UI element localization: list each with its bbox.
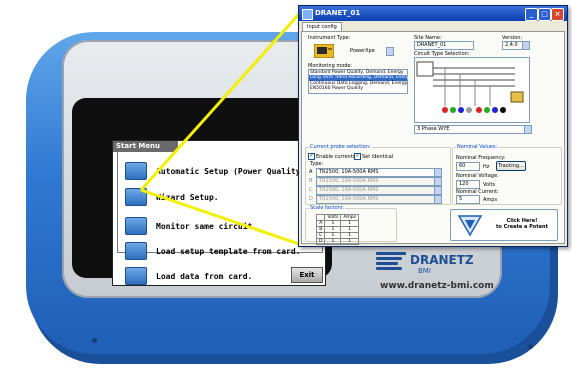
callout-line-lower [140,188,300,246]
monitoring-mode-item[interactable]: EN50160 Power Quality [309,86,407,91]
circuit-diagram-drawing [416,61,524,113]
monitoring-mode-list[interactable]: Standard Power Quality, Demand, Energy L… [308,69,411,94]
tracking-button[interactable]: Tracking... [496,161,526,171]
probe-select-d[interactable]: TR2500, 10A-500A RMS [316,195,442,204]
potent-icon [457,215,483,237]
amps-unit: Amps [483,197,498,203]
dropdown-arrow-icon[interactable] [522,42,529,49]
dropdown-arrow-icon[interactable] [387,48,393,55]
version-select[interactable]: 2.4.0 [502,41,530,50]
window-title: DRANET_01 [315,9,361,17]
scale-factors-table: Volts Amps A 1 1 B 1 1 C 1 1 D 1 1 [315,214,359,245]
probe-phase-d: D [309,196,313,202]
input-config-panel: Instrument Type: PowerXpe Site Name: DRA… [301,31,565,245]
probe-value-c: TR2500, 10A-500A RMS [319,187,379,193]
probe-select-b[interactable]: TR2500, 10A-500A RMS [316,177,442,186]
setup-window: DRANET_01 _ □ × Input config Instrument … [298,5,568,247]
circuit-type-select[interactable]: 3 Phase WYE [414,125,532,134]
scale-row: D 1 1 [315,238,359,245]
window-titlebar[interactable]: DRANET_01 _ □ × [299,6,567,21]
tab-strip: Input config [299,21,567,32]
set-identical-label: Set identical [362,154,394,160]
nominal-values-label: Nominal Values: [456,144,499,150]
probe-phase-b: B [309,178,313,184]
maximize-icon[interactable]: □ [538,8,551,21]
probe-phase-a: A [309,169,313,175]
current-probe-label: Current probe selection: [309,144,372,150]
composite-screenshot: Start Menu Automatic Setup (Power Qualit… [0,0,572,375]
probe-type-label: Type: [310,161,324,167]
probe-value-b: TR2500, 10A-500A RMS [319,178,379,184]
callout-line-upper [139,12,301,192]
scale-header: Amps [340,214,359,221]
probe-value-a: TR2500, 10A-500A RMS [319,169,379,175]
set-identical-check-icon[interactable]: ✓ [354,153,361,160]
probe-select-a[interactable]: TR2500, 10A-500A RMS [316,168,442,177]
enable-currents-check-icon[interactable]: ✓ [308,153,315,160]
nominal-voltage-label: Nominal Voltage: [456,173,499,179]
close-icon[interactable]: × [551,8,564,21]
create-potent-button[interactable]: Click Here! to Create a Potent [450,209,558,241]
site-name-input[interactable]: DRANET_01 [414,41,474,50]
device-icon [314,44,334,58]
scale-volts-cell[interactable]: 1 [324,238,342,245]
nominal-voltage-input[interactable]: 120 [456,180,480,189]
probe-select-c[interactable]: TR2500, 10A-500A RMS [316,186,442,195]
monitoring-mode-item-selected[interactable]: Long Term Trend Recording, Demand, Energ… [309,75,411,81]
circuit-type-value: 3 Phase WYE [417,126,450,132]
scale-channel: D [315,238,326,245]
nominal-frequency-input[interactable]: 60 [456,162,480,171]
dropdown-arrow-icon[interactable] [434,169,441,176]
instrument-type-value: PowerXpe [350,48,375,54]
version-value: 2.4.0 [505,42,518,48]
scale-factors-label: Scale factors: [309,205,345,211]
hz-unit: Hz [483,164,490,170]
potent-line-2: to Create a Potent [496,224,548,230]
probe-value-d: TR2500, 10A-500A RMS [319,196,379,202]
minimize-icon[interactable]: _ [525,8,538,21]
nominal-current-input[interactable]: 5 [456,195,480,204]
dropdown-arrow-icon[interactable] [434,196,441,203]
potent-text: Click Here! to Create a Potent [491,218,553,230]
scale-amps-cell[interactable]: 1 [340,238,359,245]
set-identical-checkbox[interactable]: ✓ Set identical [354,153,393,160]
probe-phase-c: C [309,187,313,193]
instrument-type-label: Instrument Type: [308,35,351,41]
dropdown-arrow-icon[interactable] [524,126,531,133]
dropdown-arrow-icon[interactable] [434,178,441,185]
enable-currents-label: Enable currents [316,154,356,160]
enable-currents-checkbox[interactable]: ✓ Enable currents [308,153,355,160]
volts-unit: Volts [483,182,496,188]
instrument-type-dropdown[interactable] [386,47,394,56]
app-icon [302,9,313,20]
dropdown-arrow-icon[interactable] [434,187,441,194]
circuit-diagram[interactable] [414,57,530,123]
